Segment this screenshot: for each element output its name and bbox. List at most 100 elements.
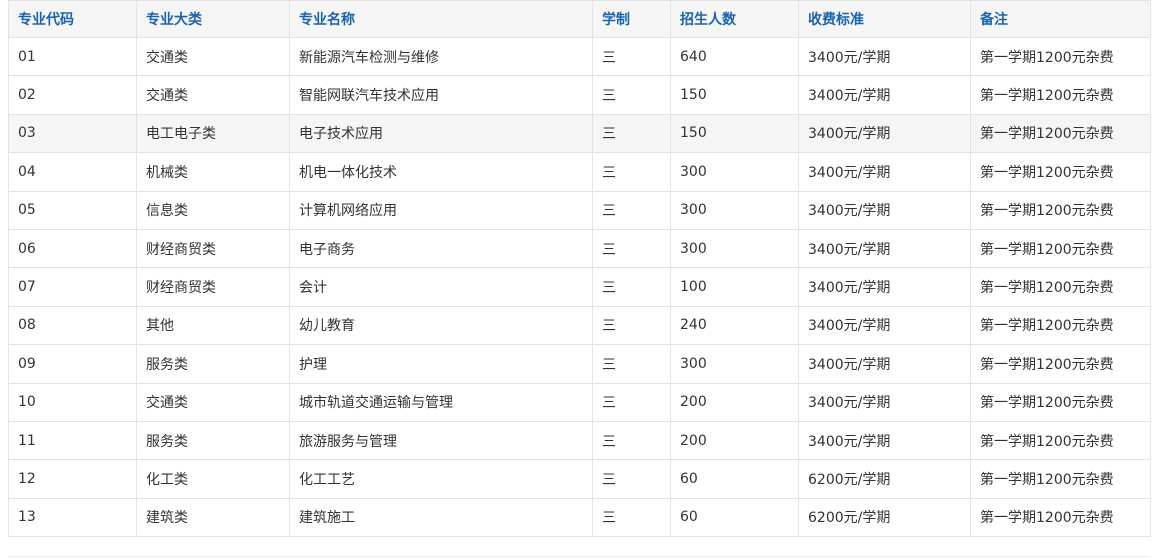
- cell-fee: 3400元/学期: [798, 36, 971, 77]
- cell-notes: 第一学期1200元杂费: [970, 459, 1151, 499]
- cell-enrollment: 150: [670, 113, 799, 154]
- cell-duration: 三: [592, 382, 671, 422]
- table-row: 10 交通类 城市轨道交通运输与管理三 200 3400元/学期 第一学期1200元杂费: [8, 382, 1151, 422]
- cell-fee: 3400元/学期: [798, 305, 971, 346]
- table-row: 05 信息类 计算机网络应用三 300 3400元/学期 第一学期1200元杂费: [8, 190, 1151, 230]
- cell-enrollment: 200: [670, 382, 799, 422]
- cell-category: 建筑类: [136, 497, 290, 538]
- enrollment-table: 专业代码 专业大类 专业名称 学制 招生人数 收费标准 备注 01 交通类 新能源汽…: [8, 0, 1151, 538]
- cell-category: 交通类: [136, 36, 290, 77]
- cell-code: 06: [8, 228, 137, 269]
- table-row: 13 建筑类 建筑施工三 60 6200元/学期 第一学期1200元杂费: [8, 497, 1151, 538]
- cell-notes: 第一学期1200元杂费: [970, 113, 1151, 154]
- cell-fee: 6200元/学期: [798, 497, 971, 538]
- table-body: 01 交通类 新能源汽车检测与维修三 640 3400元/学期 第一学期1200元杂费 02…: [8, 36, 1151, 538]
- cell-fee: 3400元/学期: [798, 267, 971, 307]
- column-header-category: 专业大类: [136, 0, 290, 38]
- cell-enrollment: 300: [670, 152, 799, 192]
- cell-major-name: 旅游服务与管理: [289, 420, 593, 461]
- table-row: 11 服务类 旅游服务与管理三 200 3400元/学期 第一学期1200元杂费: [8, 420, 1151, 461]
- cell-duration: 三: [592, 113, 671, 154]
- column-header-major-name: 专业名称: [289, 0, 593, 38]
- cell-duration: 三: [592, 190, 671, 230]
- cell-notes: 第一学期1200元杂费: [970, 75, 1151, 115]
- table-row: 04 机械类 机电一体化技术三 300 3400元/学期 第一学期1200元杂费: [8, 152, 1151, 192]
- cell-fee: 3400元/学期: [798, 382, 971, 422]
- cell-notes: 第一学期1200元杂费: [970, 267, 1151, 307]
- cell-enrollment: 300: [670, 190, 799, 230]
- cell-code: 10: [8, 382, 137, 422]
- cell-fee: 3400元/学期: [798, 420, 971, 461]
- cell-code: 05: [8, 190, 137, 230]
- cell-duration: 三: [592, 305, 671, 346]
- cell-code: 11: [8, 420, 137, 461]
- cell-duration: 三: [592, 152, 671, 192]
- cell-notes: 第一学期1200元杂费: [970, 36, 1151, 77]
- cell-category: 财经商贸类: [136, 267, 290, 307]
- cell-major-name: 城市轨道交通运输与管理: [289, 382, 593, 422]
- table-row: 01 交通类 新能源汽车检测与维修三 640 3400元/学期 第一学期1200元杂费: [8, 36, 1151, 77]
- cell-code: 03: [8, 113, 137, 154]
- table-header-row: 专业代码 专业大类 专业名称 学制 招生人数 收费标准 备注: [8, 0, 1151, 38]
- cell-code: 02: [8, 75, 137, 115]
- cell-major-name: 建筑施工: [289, 497, 593, 538]
- bottom-divider: [8, 556, 1150, 557]
- cell-enrollment: 60: [670, 497, 799, 538]
- cell-major-name: 会计: [289, 267, 593, 307]
- cell-enrollment: 60: [670, 459, 799, 499]
- cell-duration: 三: [592, 459, 671, 499]
- cell-category: 其他: [136, 305, 290, 346]
- cell-fee: 3400元/学期: [798, 344, 971, 384]
- column-header-code: 专业代码: [8, 0, 137, 38]
- table-row: 08 其他 幼儿教育三 240 3400元/学期 第一学期1200元杂费: [8, 305, 1151, 346]
- cell-category: 服务类: [136, 344, 290, 384]
- cell-duration: 三: [592, 497, 671, 538]
- cell-enrollment: 100: [670, 267, 799, 307]
- enrollment-table-container: 专业代码 专业大类 专业名称 学制 招生人数 收费标准 备注 01 交通类 新能源汽…: [8, 0, 1151, 538]
- cell-category: 交通类: [136, 75, 290, 115]
- cell-notes: 第一学期1200元杂费: [970, 497, 1151, 538]
- cell-duration: 三: [592, 344, 671, 384]
- table-row: 12 化工类 化工工艺三 60 6200元/学期 第一学期1200元杂费: [8, 459, 1151, 499]
- column-header-duration: 学制: [592, 0, 671, 38]
- cell-category: 服务类: [136, 420, 290, 461]
- cell-major-name: 电子技术应用: [289, 113, 593, 154]
- cell-fee: 3400元/学期: [798, 152, 971, 192]
- cell-category: 交通类: [136, 382, 290, 422]
- cell-duration: 三: [592, 228, 671, 269]
- cell-notes: 第一学期1200元杂费: [970, 190, 1151, 230]
- table-row: 06 财经商贸类 电子商务三 300 3400元/学期 第一学期1200元杂费: [8, 228, 1151, 269]
- column-header-fee: 收费标准: [798, 0, 971, 38]
- cell-code: 09: [8, 344, 137, 384]
- cell-code: 08: [8, 305, 137, 346]
- cell-category: 财经商贸类: [136, 228, 290, 269]
- cell-duration: 三: [592, 75, 671, 115]
- cell-notes: 第一学期1200元杂费: [970, 344, 1151, 384]
- cell-duration: 三: [592, 420, 671, 461]
- cell-major-name: 电子商务: [289, 228, 593, 269]
- cell-enrollment: 150: [670, 75, 799, 115]
- cell-major-name: 护理: [289, 344, 593, 384]
- cell-major-name: 智能网联汽车技术应用: [289, 75, 593, 115]
- table-row: 07 财经商贸类 会计三 100 3400元/学期 第一学期1200元杂费: [8, 267, 1151, 307]
- cell-code: 13: [8, 497, 137, 538]
- cell-enrollment: 200: [670, 420, 799, 461]
- cell-fee: 3400元/学期: [798, 190, 971, 230]
- cell-enrollment: 300: [670, 228, 799, 269]
- table-row: 09 服务类 护理三 300 3400元/学期 第一学期1200元杂费: [8, 344, 1151, 384]
- cell-notes: 第一学期1200元杂费: [970, 228, 1151, 269]
- cell-fee: 3400元/学期: [798, 113, 971, 154]
- cell-category: 电工电子类: [136, 113, 290, 154]
- cell-enrollment: 300: [670, 344, 799, 384]
- cell-major-name: 化工工艺: [289, 459, 593, 499]
- cell-duration: 三: [592, 36, 671, 77]
- cell-fee: 3400元/学期: [798, 228, 971, 269]
- cell-duration: 三: [592, 267, 671, 307]
- cell-notes: 第一学期1200元杂费: [970, 382, 1151, 422]
- cell-major-name: 幼儿教育: [289, 305, 593, 346]
- cell-major-name: 机电一体化技术: [289, 152, 593, 192]
- cell-code: 01: [8, 36, 137, 77]
- cell-category: 化工类: [136, 459, 290, 499]
- cell-fee: 6200元/学期: [798, 459, 971, 499]
- cell-notes: 第一学期1200元杂费: [970, 305, 1151, 346]
